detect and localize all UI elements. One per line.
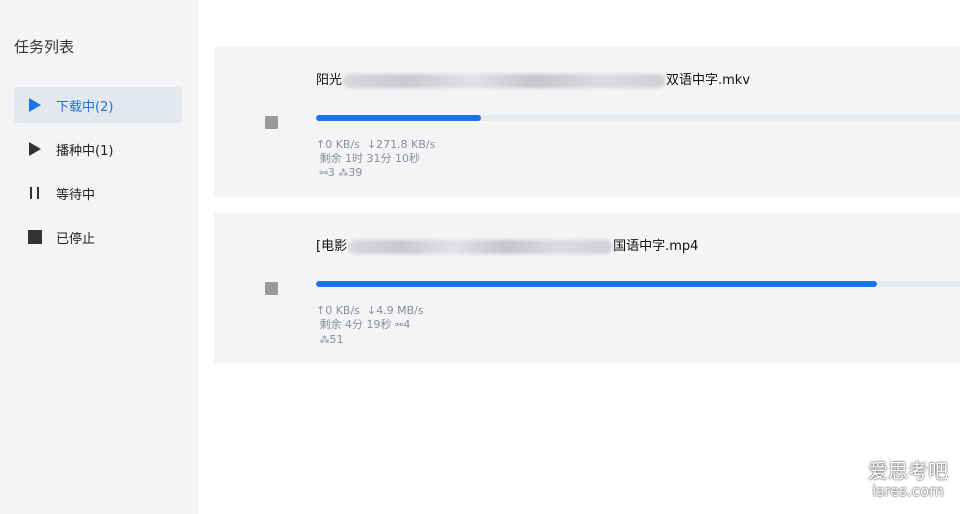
seeders-count: 51 [329, 333, 344, 346]
sidebar-item-downloading[interactable]: 下载中(2) [14, 87, 182, 123]
play-icon [28, 98, 42, 112]
sidebar-item-label: 播种中(1) [56, 144, 114, 159]
download-icon: ↓ [366, 138, 377, 151]
task-stats: ↑0 KB/s ↓271.8 KB/s 剩余 1时 31分 10秒 ⚯3 ⁂39 [316, 138, 516, 181]
stop-task-button[interactable] [265, 282, 278, 295]
sidebar-item-label: 已停止 [56, 232, 96, 247]
redacted-text [348, 239, 613, 254]
download-speed: 4.9 MB/s [376, 304, 424, 317]
sidebar-item-label: 等待中 [56, 188, 96, 203]
watermark: 爱思考吧 isres.com [868, 460, 948, 500]
upload-speed: 0 KB/s [325, 304, 360, 317]
download-icon: ↓ [366, 304, 377, 317]
watermark-url: isres.com [872, 482, 944, 500]
task-card[interactable]: 阳光 双语中字.mkv ↑0 KB/s ↓271.8 KB/s 剩余 1时 31分… [214, 47, 960, 197]
sidebar-item-label: 下载中(2) [56, 100, 114, 115]
watermark-title: 爱思考吧 [868, 459, 948, 483]
upload-speed: 0 KB/s [325, 138, 360, 151]
seeders-icon: ⁂ [319, 335, 330, 346]
seeders-icon: ⁂ [338, 168, 349, 179]
task-card[interactable]: [电影 国语中字.mp4 ↑0 KB/s ↓4.9 MB/s 剩余 4分 19秒 … [214, 213, 960, 363]
remaining-time: 剩余 1时 31分 10秒 [319, 152, 420, 165]
progress-fill [316, 115, 481, 121]
play-icon [28, 142, 42, 156]
sidebar-item-waiting[interactable]: 等待中 [14, 175, 182, 211]
sidebar-title: 任务列表 [14, 38, 75, 56]
sidebar: 任务列表 下载中(2) 播种中(1) 等待中 已停止 [0, 0, 198, 514]
progress-bar [316, 115, 960, 121]
stop-icon [28, 230, 42, 244]
redacted-text [343, 73, 666, 88]
connections-count: 4 [403, 318, 411, 331]
download-speed: 271.8 KB/s [376, 138, 436, 151]
seeders-count: 39 [348, 166, 363, 179]
task-stats: ↑0 KB/s ↓4.9 MB/s 剩余 4分 19秒 ⚯4 ⁂51 [316, 304, 516, 348]
task-name: 阳光 双语中字.mkv [316, 73, 751, 88]
pause-icon [28, 186, 42, 200]
sidebar-item-seeding[interactable]: 播种中(1) [14, 131, 182, 167]
sidebar-item-stopped[interactable]: 已停止 [14, 219, 182, 255]
progress-bar [316, 281, 960, 287]
connections-icon: ⚯ [319, 168, 328, 179]
upload-icon: ↑ [316, 138, 326, 151]
task-name: [电影 国语中字.mp4 [316, 239, 699, 254]
progress-fill [316, 281, 877, 287]
connections-count: 3 [327, 166, 335, 179]
remaining-time: 剩余 4分 19秒 [319, 318, 392, 331]
app-window: 任务列表 下载中(2) 播种中(1) 等待中 已停止 阳光 双语中字.mkv ↑… [0, 0, 960, 514]
stop-task-button[interactable] [265, 116, 278, 129]
upload-icon: ↑ [316, 304, 326, 317]
